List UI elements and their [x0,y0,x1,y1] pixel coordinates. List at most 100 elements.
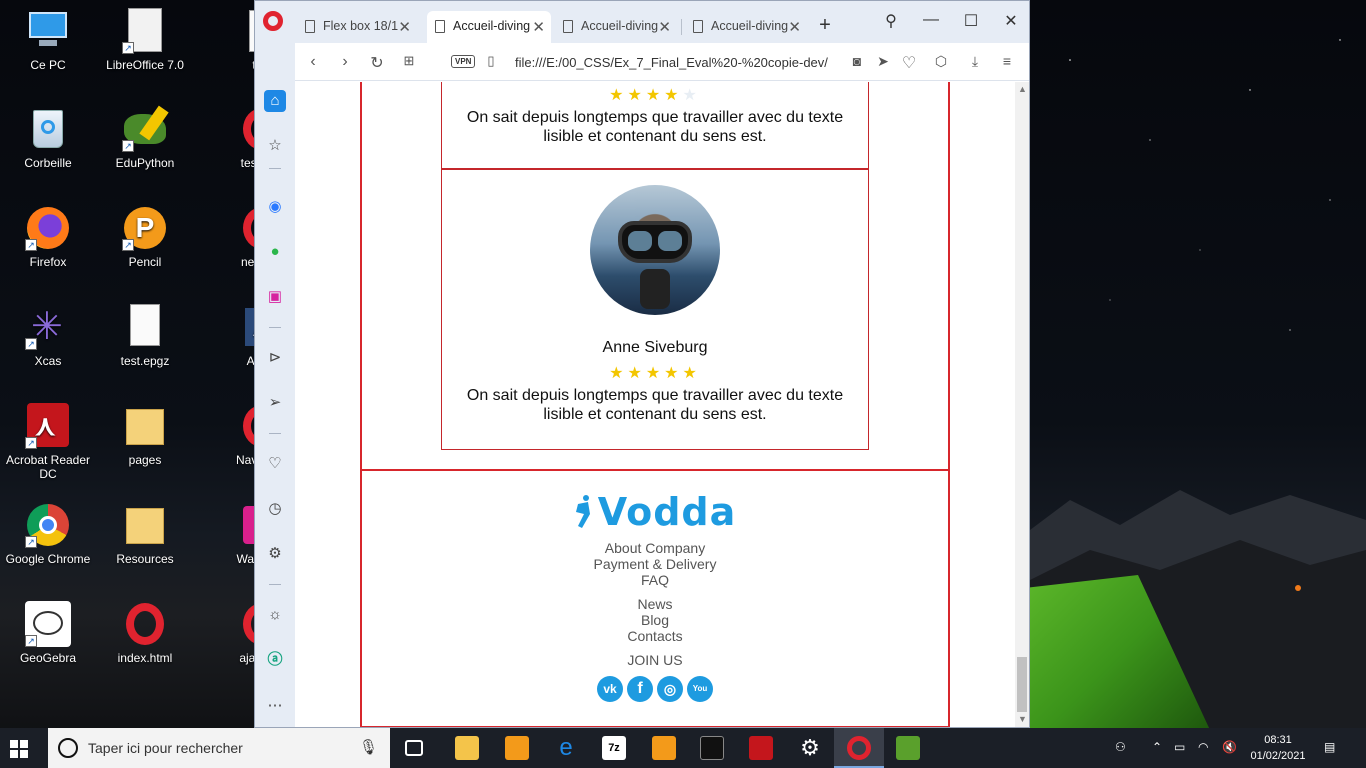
vodda-logo[interactable]: Vodda [574,490,736,534]
vk-icon[interactable]: vk [597,676,623,702]
back-icon[interactable]: ‹ [303,53,323,71]
notepad-icon[interactable] [896,736,920,760]
star-icon[interactable]: ☆ [264,135,286,157]
desktop-icon-firefox[interactable]: ↗ Firefox [2,205,94,269]
snapshot-icon[interactable]: ◙ [847,53,867,69]
settings-gear-icon[interactable]: ⚙ [264,543,286,565]
review-text: On sait depuis longtemps que travailler … [466,387,844,423]
desktop-icon-test-epgz[interactable]: test.epgz [99,304,191,368]
tab-label: Accueil-diving [711,19,789,33]
volume-muted-icon[interactable]: 🔇 [1222,740,1237,754]
footer-link-blog[interactable]: Blog [360,612,950,628]
notifications-icon[interactable]: ▤ [1324,740,1335,754]
desktop-icon-index-html[interactable]: index.html [99,601,191,665]
youtube-icon[interactable]: You [687,676,713,702]
url-field[interactable]: file:///E:/00_CSS/Ex_7_Final_Eval%20-%20… [515,55,840,70]
desktop-icon-acrobat[interactable]: ⋏ ↗ Acrobat Reader DC [2,403,94,481]
desktop-icon-chrome[interactable]: ↗ Google Chrome [2,502,94,566]
windows-start-icon[interactable] [10,740,28,758]
send-icon[interactable]: ➤ [873,53,893,70]
close-window-icon[interactable]: ✕ [999,11,1023,31]
heart-icon[interactable]: ♡ [264,453,286,475]
minimize-icon[interactable]: — [919,11,943,29]
vpn-badge[interactable]: VPN [451,55,476,68]
scroll-up-icon[interactable]: ▲ [1018,84,1027,94]
reload-icon[interactable]: ↻ [367,53,387,73]
taskbar-search[interactable]: Taper ici pour rechercher 🎙 [48,728,390,768]
tab-accueil-diving-active[interactable]: Accueil-diving ✕ [427,11,551,43]
desktop-icon-edupython[interactable]: ↗ EduPython [99,105,191,170]
lightbulb-icon[interactable]: ☼ [264,604,286,626]
tab-accueil-diving[interactable]: Accueil-diving ✕ [555,11,677,43]
download-icon[interactable]: ⤓ [965,53,985,70]
history-clock-icon[interactable]: ◷ [264,498,286,520]
footer-link-payment[interactable]: Payment & Delivery [360,556,950,572]
aria-icon[interactable]: ⓐ [264,649,286,671]
opera-taskbar-button[interactable] [834,728,884,768]
desktop-icon-pages[interactable]: pages [99,403,191,467]
battery-icon[interactable]: ▭ [1174,740,1185,754]
desktop-wallpaper-sky [1069,39,1341,331]
bookmark-heart-icon[interactable]: ♡ [899,53,919,73]
wifi-icon[interactable]: ◠ [1198,740,1208,754]
sublime-text-icon[interactable] [505,736,529,760]
terminal-icon[interactable] [700,736,724,760]
clock[interactable]: 08:31 01/02/2021 [1248,732,1308,764]
desktop-icon-corbeille[interactable]: Corbeille [2,106,94,170]
task-view-icon[interactable] [405,740,423,756]
whatsapp-icon[interactable]: ● [264,241,286,263]
desktop-icon-resources[interactable]: Resources [99,502,191,566]
new-tab-icon[interactable]: + [813,14,837,37]
footer-link-about[interactable]: About Company [360,540,950,556]
scroll-thumb[interactable] [1017,657,1027,712]
opera-menu-icon[interactable] [263,11,283,31]
desktop-icon-label: index.html [117,651,173,665]
footer-link-news[interactable]: News [360,596,950,612]
desktop-icon-ce-pc[interactable]: Ce PC [2,8,94,72]
close-tab-icon[interactable]: ✕ [398,18,411,36]
home-icon[interactable]: ⌂ [264,90,286,112]
footer-link-contacts[interactable]: Contacts [360,628,950,644]
reviewer-name: Anne Siveburg [602,339,708,356]
tab-flexbox[interactable]: Flex box 18/1 ✕ [297,11,417,43]
tray-chevron-icon[interactable]: ⌃ [1152,740,1162,754]
close-tab-icon[interactable]: ✕ [532,18,545,36]
speed-dial-icon[interactable]: ⊞ [399,53,419,69]
maximize-icon[interactable]: ☐ [959,11,983,31]
document-icon [563,20,573,33]
footer-link-faq[interactable]: FAQ [360,572,950,588]
settings-gear-icon[interactable]: ⚙ [798,736,822,760]
7zip-icon[interactable]: 7z [602,736,626,760]
desktop-icon-pencil[interactable]: P ↗ Pencil [99,205,191,269]
extensions-cube-icon[interactable]: ⬡ [931,53,951,70]
search-tabs-icon[interactable]: ⚲ [879,11,903,31]
windows-taskbar: Taper ici pour rechercher 🎙 e 7z ⚙ ⚇ ⌃ ▭… [0,728,1366,768]
star-icon: ★ [682,365,701,382]
people-icon[interactable]: ⚇ [1115,740,1126,754]
desktop-icon-xcas[interactable]: ✳ ↗ Xcas [2,304,94,368]
more-icon[interactable]: ⋯ [264,695,286,717]
desktop-icon-libreoffice[interactable]: ↗ LibreOffice 7.0 [99,8,191,72]
page-scrollbar[interactable]: ▲ ▼ [1015,82,1029,727]
close-tab-icon[interactable]: ✕ [788,18,801,36]
desktop-icon-geogebra[interactable]: ↗ GeoGebra [2,601,94,665]
instagram-icon[interactable]: ◎ [657,676,683,702]
microphone-icon[interactable]: 🎙 [359,738,378,756]
facebook-icon[interactable]: f [627,676,653,702]
tab-accueil-diving[interactable]: Accueil-diving ✕ [685,11,807,43]
instagram-icon[interactable]: ▣ [264,286,286,308]
footer-links-group: News Blog Contacts [360,596,950,644]
messenger-icon[interactable]: ◉ [264,196,286,218]
xampp-icon[interactable] [652,736,676,760]
star-icon: ★ [645,87,665,104]
acrobat-taskbar-icon[interactable] [749,736,773,760]
scroll-down-icon[interactable]: ▼ [1018,714,1027,724]
file-explorer-icon[interactable] [455,736,479,760]
edge-icon[interactable]: e [554,736,578,760]
close-tab-icon[interactable]: ✕ [658,18,671,36]
rating-stars: ★★★★★ [442,363,868,383]
easy-setup-icon[interactable]: ≡ [997,53,1017,69]
player-icon[interactable]: ⊳ [264,347,286,369]
send-arrow-icon[interactable]: ➢ [264,392,286,414]
forward-icon[interactable]: › [335,53,355,71]
